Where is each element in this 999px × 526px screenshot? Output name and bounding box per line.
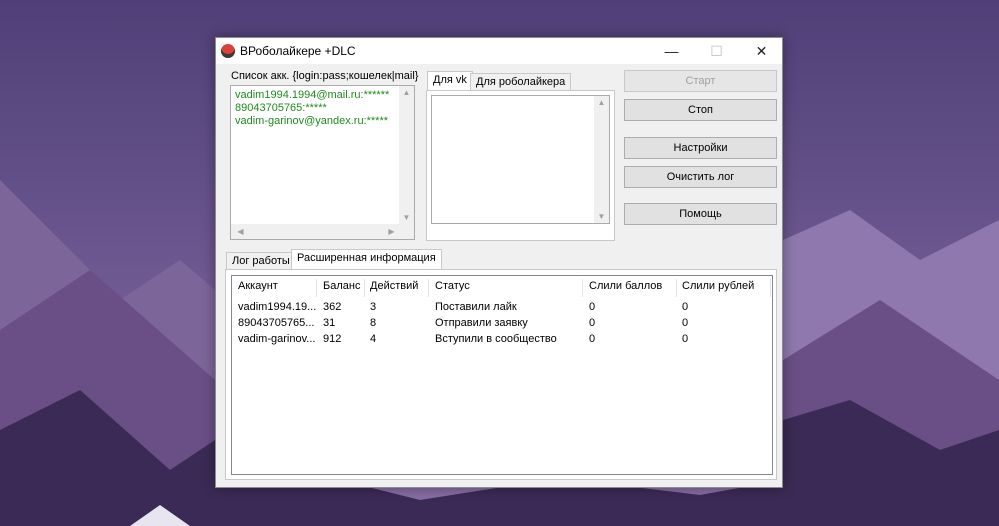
- help-button[interactable]: Помощь: [624, 203, 777, 225]
- app-window: ВРоболайкере +DLC — ☐ ✕ Список акк. {log…: [215, 37, 783, 488]
- app-robot-icon: [221, 44, 235, 58]
- cell-rubles-drained: 0: [682, 301, 689, 313]
- cell-rubles-drained: 0: [682, 317, 689, 329]
- account-line: vadim-garinov@yandex.ru:*****: [235, 115, 389, 127]
- scroll-left-icon[interactable]: ◀: [233, 227, 248, 236]
- scroll-right-icon[interactable]: ▶: [384, 227, 399, 236]
- cell-actions: 8: [370, 317, 377, 329]
- tab-for-robolaiker[interactable]: Для роболайкера: [470, 73, 572, 91]
- cell-points-drained: 0: [589, 317, 596, 329]
- column-separator[interactable]: [770, 279, 771, 297]
- settings-button[interactable]: Настройки: [624, 137, 777, 159]
- column-separator[interactable]: [582, 279, 583, 297]
- column-header-status[interactable]: Статус: [435, 280, 470, 292]
- column-header-actions[interactable]: Действий: [370, 280, 418, 292]
- table-row[interactable]: 89043705765... 31 8 Отправили заявку 0 0: [232, 317, 772, 333]
- cell-account: vadim-garinov...: [238, 333, 316, 345]
- stop-button[interactable]: Стоп: [624, 99, 777, 121]
- tab-work-log[interactable]: Лог работы: [226, 252, 296, 270]
- column-header-balance[interactable]: Баланс: [323, 280, 360, 292]
- cell-status: Поставили лайк: [435, 301, 517, 313]
- cell-actions: 4: [370, 333, 377, 345]
- table-row[interactable]: vadim1994.19... 362 3 Поставили лайк 0 0: [232, 301, 772, 317]
- cell-actions: 3: [370, 301, 377, 313]
- cell-balance: 362: [323, 301, 342, 313]
- cell-balance: 912: [323, 333, 342, 345]
- vertical-scrollbar[interactable]: ▲ ▼: [399, 86, 414, 224]
- minimize-button[interactable]: —: [649, 38, 694, 64]
- cell-account: 89043705765...: [238, 317, 315, 329]
- window-title: ВРоболайкере +DLC: [240, 44, 356, 58]
- account-line: vadim1994.1994@mail.ru:******: [235, 89, 390, 101]
- cell-balance: 31: [323, 317, 336, 329]
- scroll-down-icon[interactable]: ▼: [594, 212, 609, 221]
- scroll-up-icon[interactable]: ▲: [594, 98, 609, 107]
- accounts-label: Список акк. {login:pass;кошелек|mail}: [231, 70, 419, 82]
- column-separator[interactable]: [364, 279, 365, 297]
- table-row[interactable]: vadim-garinov... 912 4 Вступили в сообще…: [232, 333, 772, 349]
- column-separator[interactable]: [428, 279, 429, 297]
- vk-textarea[interactable]: ▲ ▼: [431, 95, 610, 224]
- scroll-up-icon[interactable]: ▲: [399, 88, 414, 97]
- tab-panel-vk: ▲ ▼: [426, 90, 615, 241]
- accounts-table[interactable]: Аккаунт Баланс Действий Статус Слили бал…: [231, 275, 773, 475]
- table-header: Аккаунт Баланс Действий Статус Слили бал…: [232, 276, 772, 298]
- cell-status: Отправили заявку: [435, 317, 528, 329]
- tab-extended-info[interactable]: Расширенная информация: [291, 249, 442, 269]
- column-separator[interactable]: [316, 279, 317, 297]
- title-bar[interactable]: ВРоболайкере +DLC — ☐ ✕: [216, 38, 782, 64]
- column-header-account[interactable]: Аккаунт: [238, 280, 278, 292]
- maximize-button[interactable]: ☐: [694, 38, 739, 64]
- vertical-scrollbar[interactable]: ▲ ▼: [594, 96, 609, 223]
- cell-rubles-drained: 0: [682, 333, 689, 345]
- horizontal-scrollbar[interactable]: ◀ ▶: [231, 224, 414, 239]
- column-header-points-drained[interactable]: Слили баллов: [589, 280, 662, 292]
- cell-points-drained: 0: [589, 301, 596, 313]
- accounts-textarea[interactable]: vadim1994.1994@mail.ru:****** 8904370576…: [230, 85, 415, 240]
- cell-account: vadim1994.19...: [238, 301, 317, 313]
- cell-status: Вступили в сообщество: [435, 333, 557, 345]
- tab-panel-extended-info: Аккаунт Баланс Действий Статус Слили бал…: [225, 269, 777, 480]
- start-button[interactable]: Старт: [624, 70, 777, 92]
- account-line: 89043705765:*****: [235, 102, 327, 114]
- column-header-rubles-drained[interactable]: Слили рублей: [682, 280, 754, 292]
- cell-points-drained: 0: [589, 333, 596, 345]
- close-button[interactable]: ✕: [739, 38, 784, 64]
- scroll-down-icon[interactable]: ▼: [399, 213, 414, 222]
- clear-log-button[interactable]: Очистить лог: [624, 166, 777, 188]
- column-separator[interactable]: [676, 279, 677, 297]
- tab-for-vk[interactable]: Для vk: [427, 71, 473, 91]
